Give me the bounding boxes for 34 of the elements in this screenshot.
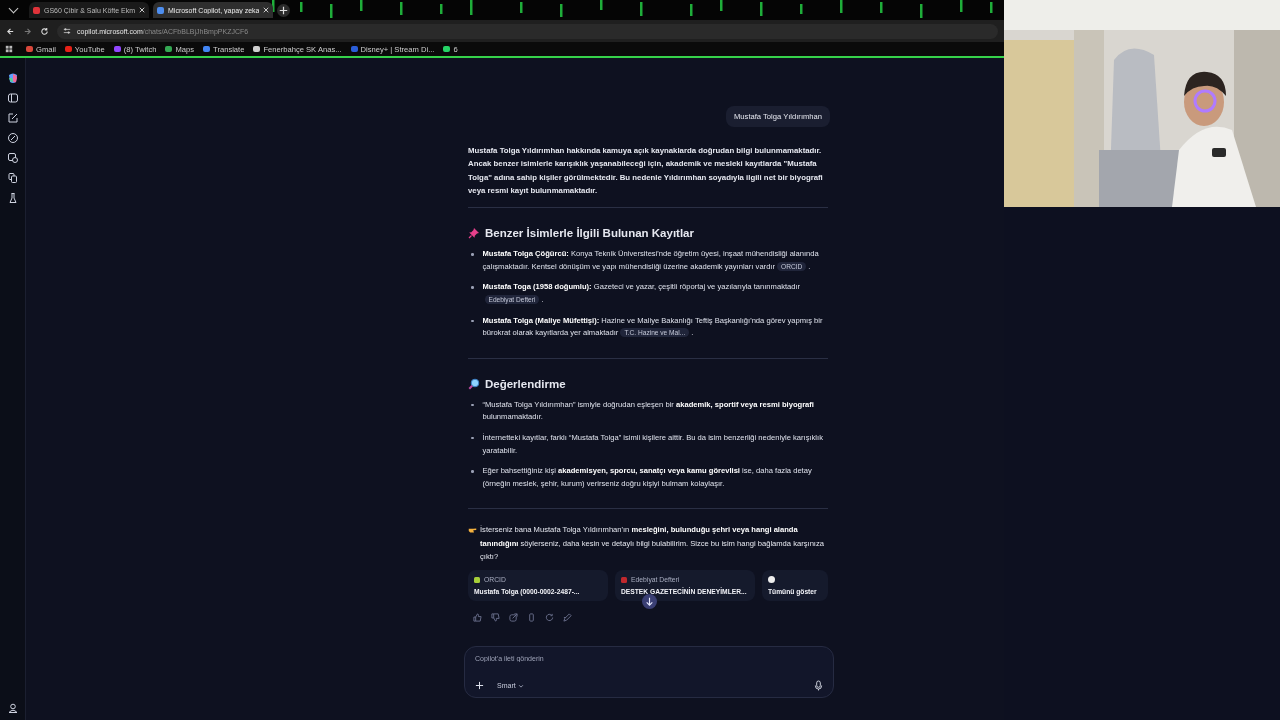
- share-icon[interactable]: [509, 613, 518, 623]
- flask-icon[interactable]: [6, 192, 19, 204]
- bullet-dot: [471, 403, 474, 407]
- pushpin-icon: [468, 227, 480, 240]
- bullet-dot: [471, 470, 474, 473]
- profile-icon[interactable]: [6, 702, 19, 714]
- edit-icon[interactable]: [563, 613, 572, 623]
- scroll-down-button[interactable]: [642, 594, 657, 610]
- pages-icon[interactable]: [6, 172, 19, 184]
- bullet-dot: [471, 253, 474, 256]
- magnifier-icon: [468, 377, 480, 390]
- new-chat-icon[interactable]: [6, 112, 19, 124]
- section-heading: Benzer İsimlerle İlgili Bulunan Kayıtlar: [485, 227, 694, 240]
- bullet-dot: [471, 319, 474, 323]
- bullet-dot: [471, 286, 474, 289]
- discover-icon[interactable]: [6, 132, 19, 144]
- copy-icon[interactable]: [527, 613, 536, 623]
- pointing-hand-icon: [468, 525, 477, 535]
- site-settings-icon[interactable]: [63, 27, 71, 35]
- forward-icon[interactable]: [23, 26, 32, 36]
- caret-icon: [517, 682, 524, 689]
- microphone-icon[interactable]: [814, 680, 823, 691]
- image-icon[interactable]: [6, 152, 19, 164]
- sidebar-icon[interactable]: [6, 92, 19, 104]
- thumbs-down-icon[interactable]: [491, 613, 500, 623]
- apps-icon[interactable]: [5, 45, 13, 53]
- thumbs-up-icon[interactable]: [473, 613, 482, 623]
- regenerate-icon[interactable]: [545, 613, 554, 623]
- section-heading: Değerlendirme: [485, 377, 566, 390]
- reload-icon[interactable]: [40, 26, 49, 36]
- add-button[interactable]: [475, 681, 484, 690]
- bullet-dot: [471, 436, 474, 440]
- logo-icon[interactable]: [6, 72, 19, 84]
- back-icon[interactable]: [6, 26, 15, 36]
